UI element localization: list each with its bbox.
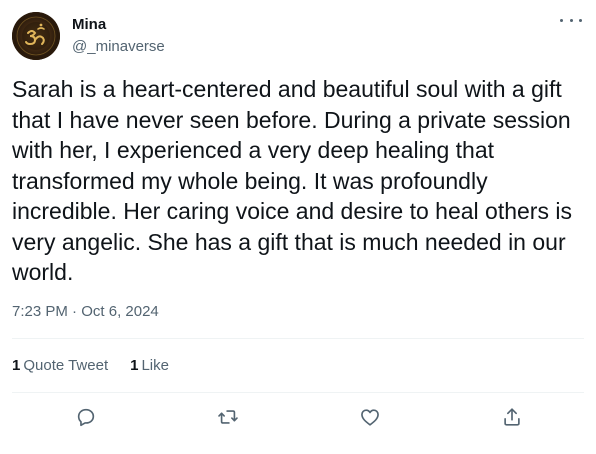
tweet-stats: 1 Quote Tweet 1 Like xyxy=(12,357,169,374)
likes-stat[interactable]: 1 Like xyxy=(130,357,169,374)
likes-label: Like xyxy=(141,357,169,374)
action-bar xyxy=(0,403,596,431)
likes-count: 1 xyxy=(130,357,139,374)
reply-icon xyxy=(77,408,95,427)
author-handle[interactable]: @_minaverse xyxy=(72,38,165,56)
divider xyxy=(12,338,584,339)
more-options-button[interactable] xyxy=(560,12,582,28)
reply-button[interactable] xyxy=(72,403,100,431)
author-name[interactable]: Mina xyxy=(72,16,106,34)
heart-icon xyxy=(361,409,379,426)
like-button[interactable] xyxy=(356,403,384,431)
more-dot xyxy=(560,18,563,22)
retweet-icon xyxy=(218,410,238,424)
tweet-time-link[interactable]: 7:23 PM xyxy=(12,303,68,320)
om-symbol-icon xyxy=(16,16,56,56)
quote-tweets-stat[interactable]: 1 Quote Tweet xyxy=(12,357,108,374)
tweet-date-link[interactable]: Oct 6, 2024 xyxy=(81,303,159,320)
timestamp-separator: · xyxy=(72,303,78,320)
tweet-timestamp: 7:23 PM · Oct 6, 2024 xyxy=(12,303,159,320)
share-icon xyxy=(504,408,520,426)
divider xyxy=(12,392,584,393)
more-dot xyxy=(569,18,573,22)
quote-tweets-count: 1 xyxy=(12,357,21,374)
retweet-button[interactable] xyxy=(214,403,242,431)
more-dot xyxy=(579,18,582,22)
tweet-card: Mina @_minaverse Sarah is a heart-center… xyxy=(0,0,596,454)
tweet-text: Sarah is a heart-centered and beautiful … xyxy=(12,76,572,285)
quote-tweets-label: Quote Tweet xyxy=(23,357,109,374)
avatar[interactable] xyxy=(12,12,60,60)
share-button[interactable] xyxy=(498,403,526,431)
